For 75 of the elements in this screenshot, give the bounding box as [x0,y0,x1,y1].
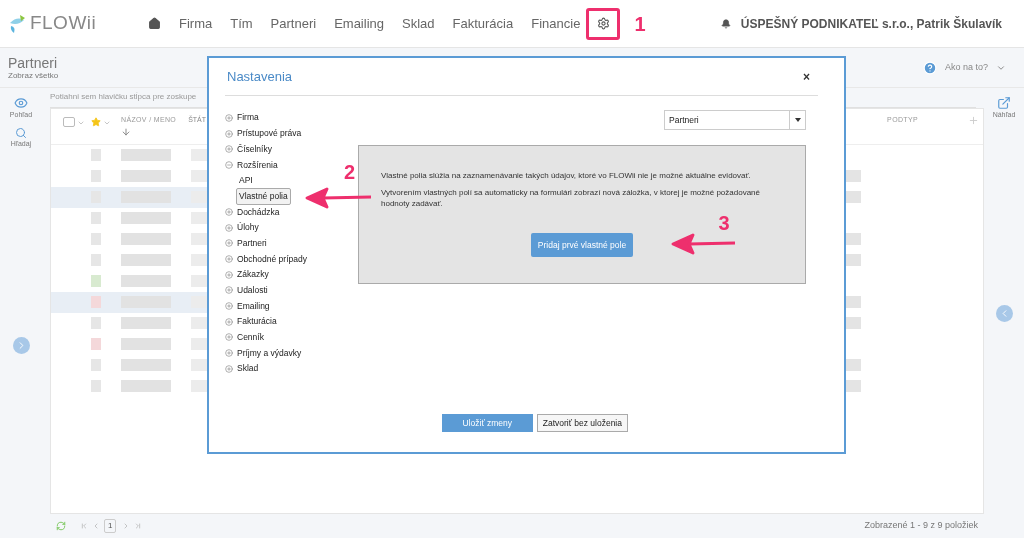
help-icon[interactable] [922,60,937,75]
module-select[interactable]: Partneri [664,110,806,130]
expand-icon[interactable] [225,364,233,373]
cancel-button[interactable]: Zatvoriť bez uloženia [536,414,628,432]
page-title: Partneri [8,55,59,70]
home-icon[interactable] [148,17,161,30]
tree-item[interactable]: Dochádzka [225,204,280,220]
expand-icon[interactable] [225,286,233,295]
tree-item[interactable]: Udalosti [225,282,268,299]
refresh-icon[interactable] [56,521,66,532]
tree-item[interactable]: Partneri [225,235,267,252]
arrow-icon [305,187,373,209]
sort-arrow-icon[interactable] [121,127,131,138]
info-text: Vlastné polia slúžia na zaznamenávanie takých údajov, ktoré vo FLOWii nie je možné aktuálne evidovať. [381,170,752,181]
dialog-title: Nastavenia [227,67,293,86]
tree-item[interactable]: Sklad [225,361,259,377]
item-count: Zobrazené 1 - 9 z 9 položiek [864,519,978,533]
tree-item[interactable]: Emailing [225,298,270,314]
add-column-icon[interactable] [968,114,979,126]
help-link[interactable]: Ako na to? [944,60,988,75]
user-name[interactable]: ÚSPEŠNÝ PODNIKATEĽ s.r.o., Patrik Škulavík [740,14,1002,33]
nav-link[interactable]: Financie [531,13,581,34]
arrow-icon [671,233,737,255]
nav-link[interactable]: Sklad [402,13,435,34]
expand-icon[interactable] [225,145,233,154]
expand-icon[interactable] [225,333,233,342]
tree-item[interactable]: Príjmy a výdavky [225,345,302,361]
expand-icon[interactable] [225,129,233,138]
page-subtitle: Zobraz všetko [8,71,59,80]
bell-icon[interactable] [720,18,731,29]
caret-icon[interactable] [794,118,801,122]
expand-icon[interactable] [225,255,233,264]
step-number: 1 [634,11,646,37]
tree-item[interactable]: Obchodné prípady [225,251,307,267]
expand-icon[interactable] [225,207,233,216]
preview-icon[interactable] [997,96,1011,110]
search-icon[interactable] [15,126,27,139]
expand-icon[interactable] [225,317,233,326]
nav-link[interactable]: Tím [230,13,253,34]
group-hint: Potiahni sem hlavičku stĺpca pre zoskupe [50,91,197,104]
prev-page-icon[interactable] [92,522,100,531]
expand-icon[interactable] [225,302,233,311]
first-page-icon[interactable] [80,522,88,531]
tree-item[interactable]: Prístupové práva [225,125,302,142]
page-number[interactable]: 1 [104,519,117,534]
tree-item[interactable]: Úlohy [225,219,259,236]
tree-item[interactable]: Firma [225,110,259,126]
expand-icon[interactable] [225,223,233,232]
last-page-icon[interactable] [134,522,143,531]
expand-icon[interactable] [225,113,233,122]
nav-link[interactable]: Partneri [270,13,317,34]
tree-item[interactable]: Zákazky [225,266,269,283]
settings-icon[interactable] [596,17,610,30]
expand-icon[interactable] [225,239,233,248]
expand-icon[interactable] [225,270,233,279]
info-text: Vytvorením vlastných polí sa automaticky na formulári zobrazí nová záložka, v ktorej je možné požadované hodnoty zadávať. [381,187,761,209]
nav-link[interactable]: Emailing [334,13,384,34]
tree-item[interactable]: Číselníky [225,141,272,158]
collapse-icon[interactable] [225,160,233,169]
brand-name: FLOWii [30,11,97,36]
select-all-checkbox[interactable] [63,116,75,127]
tree-item[interactable]: Cenník [225,329,264,346]
tree-item[interactable]: Rozšírenia [225,157,278,173]
star-icon[interactable] [91,116,101,127]
step-number: 2 [344,162,356,182]
eye-icon[interactable] [14,96,28,110]
tree-item[interactable]: API [236,172,256,189]
nav-link[interactable]: Fakturácia [452,13,514,34]
expand-icon[interactable] [225,349,233,358]
logo-icon [8,13,26,34]
tree-item[interactable]: Fakturácia [225,313,277,330]
close-button[interactable]: × [803,67,810,86]
step-number: 3 [718,213,730,233]
nav-link[interactable]: Firma [179,13,213,34]
tree-item[interactable]: Vlastné polia [236,187,291,205]
